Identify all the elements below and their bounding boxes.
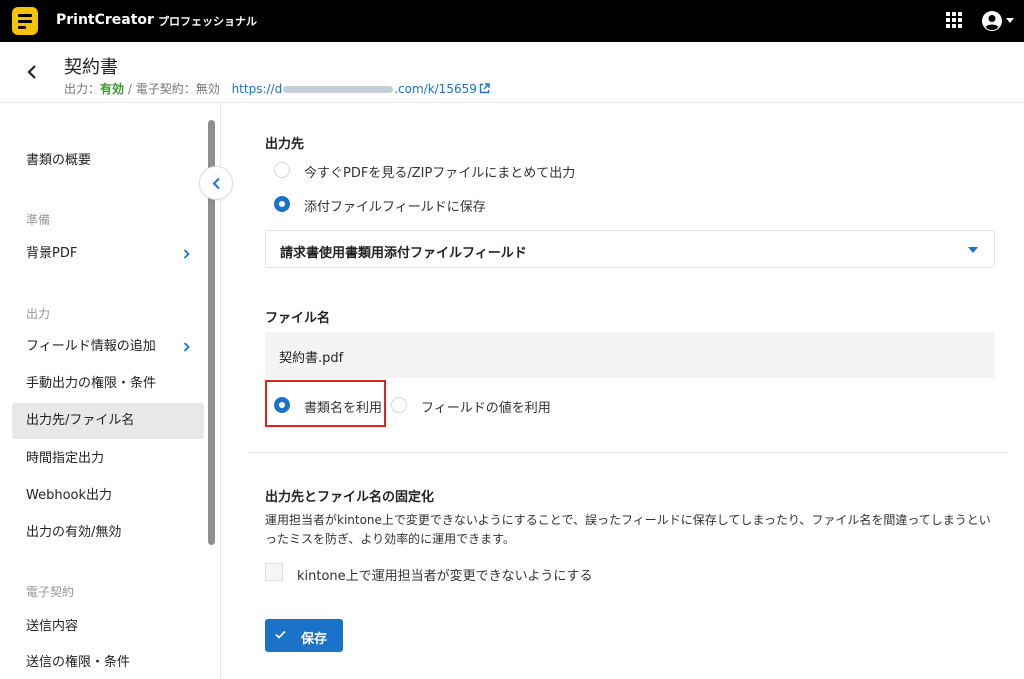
redacted-url-segment (283, 86, 394, 93)
filename-value: 契約書.pdf (279, 351, 344, 366)
esign-status-label: 電子契約： (135, 82, 196, 96)
sidebar-item-label: フィールド情報の追加 (26, 339, 156, 354)
account-icon[interactable] (981, 10, 1003, 32)
radio-button[interactable] (274, 162, 290, 178)
document-status-line: 出力：有効 / 電子契約：無効 https://d .com/k/15659 (64, 80, 490, 97)
apps-grid-icon[interactable] (946, 12, 962, 28)
sidebar-item-label: 手動出力の権限・条件 (26, 376, 157, 391)
check-icon (275, 630, 286, 639)
filename-title: ファイル名 (265, 311, 331, 326)
sidebar-item-background-pdf[interactable]: 背景PDF (12, 236, 204, 272)
radio-button[interactable] (274, 196, 290, 212)
highlight-annotation (265, 380, 386, 427)
sidebar-item-output-toggle[interactable]: 出力の有効/無効 (12, 515, 204, 551)
radio-label: フィールドの値を利用 (421, 401, 551, 416)
radio-label: 今すぐPDFを見る/ZIPファイルにまとめて出力 (304, 166, 576, 181)
destination-title: 出力先 (265, 137, 305, 152)
lock-checkbox[interactable] (265, 563, 283, 581)
sidebar-item-scheduled-output[interactable]: 時間指定出力 (12, 441, 204, 477)
dropdown-caret-icon (968, 247, 978, 253)
filename-preview: 契約書.pdf (265, 332, 995, 378)
sidebar-item-label: 出力先/ファイル名 (26, 413, 135, 428)
sidebar-item-manual-output[interactable]: 手動出力の権限・条件 (12, 366, 204, 402)
collapse-sidebar-button[interactable] (199, 166, 233, 200)
sidebar-item-label: 書類の概要 (26, 153, 92, 168)
sidebar-item-webhook-output[interactable]: Webhook出力 (12, 478, 204, 514)
account-menu-caret-icon[interactable] (1006, 18, 1014, 23)
chevron-right-icon (183, 342, 190, 352)
status-separator: / (124, 82, 136, 96)
sidebar-item-label: 送信の権限・条件 (26, 655, 131, 670)
save-button-label: 保存 (301, 632, 328, 647)
back-arrow-icon[interactable] (26, 64, 40, 80)
printcreator-logo-icon[interactable] (12, 7, 38, 35)
sidebar-item-label: Webhook出力 (26, 488, 113, 503)
esign-status-value: 無効 (195, 82, 220, 96)
attachment-field-select[interactable]: 請求書使用書類用添付ファイルフィールド (265, 230, 995, 268)
app-name: PrintCreator (56, 12, 154, 28)
sidebar-item-label: 時間指定出力 (26, 451, 105, 466)
app-url-link[interactable]: https://d .com/k/15659 (232, 82, 490, 96)
external-link-icon[interactable] (479, 83, 490, 94)
sidebar-item-label: 出力の有効/無効 (26, 525, 122, 540)
sidebar-item-add-field-info[interactable]: フィールド情報の追加 (12, 329, 204, 365)
sidebar-item-overview[interactable]: 書類の概要 (12, 143, 204, 179)
save-button[interactable]: 保存 (265, 619, 343, 652)
sidebar-item-send-permissions[interactable]: 送信の権限・条件 (12, 645, 204, 679)
lock-description: 運用担当者がkintone上で変更できないようにすることで、誤ったフィールドに保… (265, 513, 991, 546)
chevron-left-icon (212, 177, 220, 190)
lock-title: 出力先とファイル名の固定化 (265, 490, 435, 505)
output-status-value: 有効 (100, 82, 125, 96)
top-bar: PrintCreator プロフェッショナル (0, 0, 1024, 42)
sidebar-section-prep: 準備 (26, 213, 51, 227)
radio-button[interactable] (391, 397, 407, 413)
output-status-label: 出力： (64, 82, 101, 96)
sidebar-item-label: 送信内容 (26, 619, 79, 634)
select-value: 請求書使用書類用添付ファイルフィールド (280, 246, 527, 261)
lock-checkbox-label[interactable]: kintone上で運用担当者が変更できないようにする (297, 565, 593, 584)
plan-label: プロフェッショナル (158, 15, 257, 28)
sidebar-item-send-content[interactable]: 送信内容 (12, 609, 204, 645)
sidebar-item-label: 背景PDF (26, 246, 78, 261)
section-divider (249, 452, 1008, 453)
sidebar-item-destination-filename[interactable]: 出力先/ファイル名 (12, 403, 204, 439)
sidebar-section-output: 出力 (26, 307, 51, 321)
page-title: 契約書 (64, 57, 118, 78)
chevron-right-icon (183, 249, 190, 259)
url-prefix: https://d (231, 82, 283, 96)
url-suffix: .com/k/15659 (394, 82, 477, 96)
sidebar-section-esign: 電子契約 (26, 585, 75, 599)
radio-label: 添付ファイルフィールドに保存 (304, 200, 486, 215)
